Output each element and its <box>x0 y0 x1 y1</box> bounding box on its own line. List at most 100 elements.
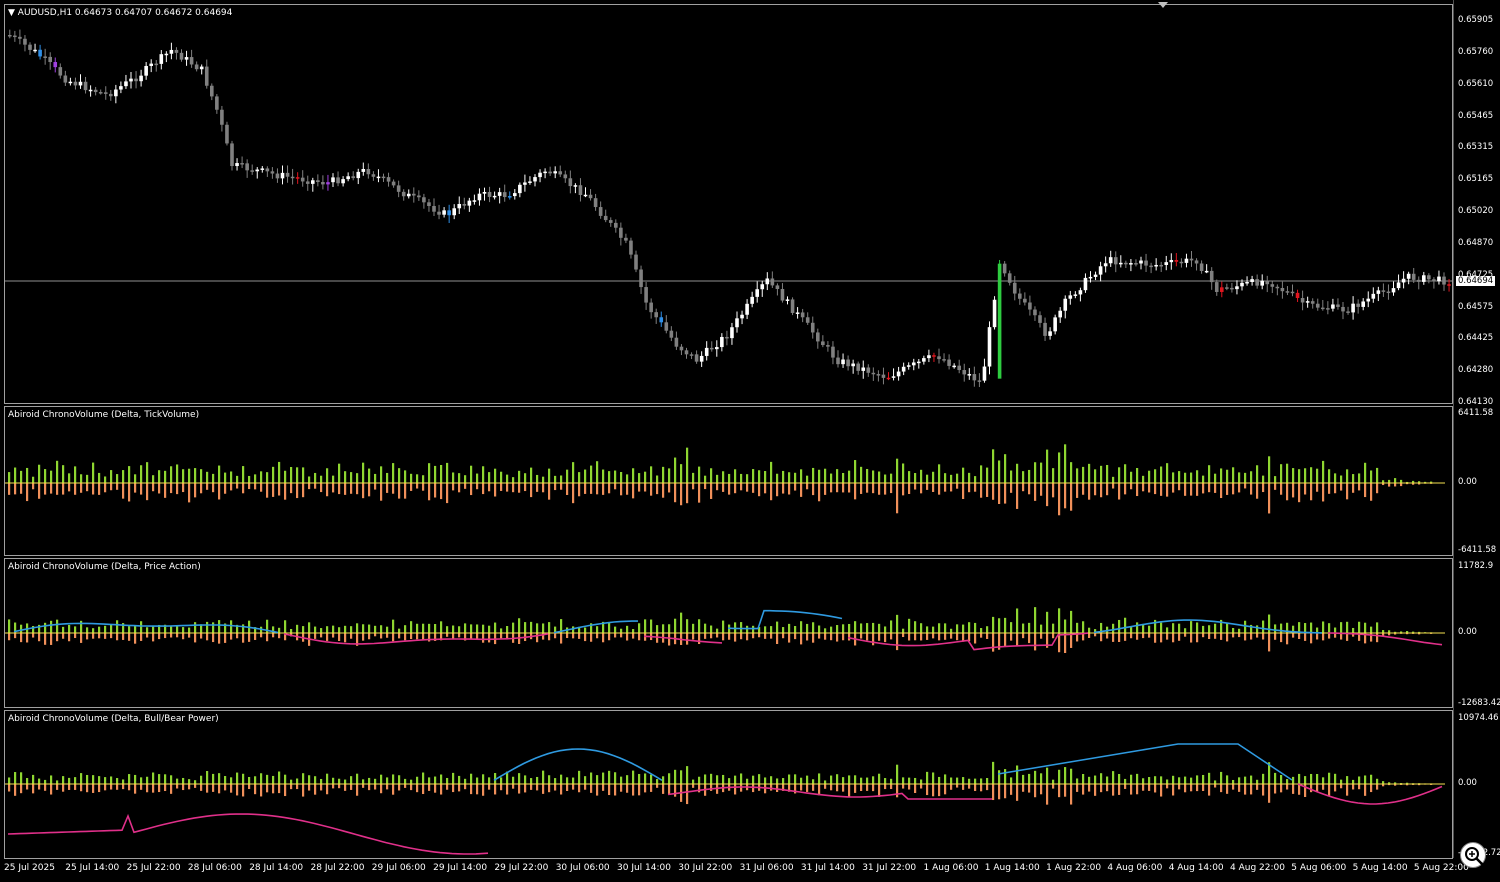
collapse-arrow-icon[interactable]: ▼ <box>8 8 15 18</box>
candle <box>28 42 32 55</box>
delta-up-bar <box>734 469 737 483</box>
delta-down-bar <box>68 483 71 492</box>
delta-down-bar <box>332 784 335 789</box>
magnifier-zoom-icon[interactable] <box>1460 842 1486 868</box>
delta-down-bar <box>404 784 407 788</box>
delta-up-bar <box>638 473 641 483</box>
delta-up-bar <box>764 626 767 633</box>
delta-up-bar <box>548 775 551 784</box>
delta-down-bar <box>296 483 299 499</box>
delta-up-bar <box>716 628 719 633</box>
delta-down-bar <box>920 633 923 641</box>
delta-down-bar <box>224 784 227 791</box>
delta-up-bar <box>1196 775 1199 784</box>
delta-down-bar <box>1016 633 1019 646</box>
delta-up-bar <box>1202 774 1205 784</box>
delta-up-bar <box>1010 470 1013 483</box>
delta-down-bar <box>350 633 353 639</box>
delta-down-bar <box>884 784 887 790</box>
delta-up-bar <box>1190 621 1193 633</box>
delta-up-bar <box>434 465 437 483</box>
delta-down-bar <box>1298 483 1301 503</box>
delta-down-bar <box>1388 483 1391 487</box>
delta-down-bar <box>308 483 311 490</box>
candle <box>1083 273 1088 293</box>
candle <box>1406 271 1411 285</box>
delta-down-bar <box>1184 784 1187 793</box>
delta-up-bar <box>884 474 887 483</box>
tickvolume-delta-panel[interactable]: Abiroid ChronoVolume (Delta, TickVolume) <box>4 406 1453 556</box>
delta-up-bar <box>1004 617 1007 633</box>
delta-down-bar <box>1232 633 1235 638</box>
delta-down-bar <box>1124 483 1127 495</box>
current-price-tag: 0.64694 <box>1456 276 1496 286</box>
delta-down-bar <box>1274 633 1277 640</box>
price-axis[interactable] <box>1452 0 1500 858</box>
delta-up-bar <box>110 776 113 784</box>
delta-up-bar <box>722 471 725 483</box>
delta-down-bar <box>992 784 995 801</box>
delta-up-bar <box>668 773 671 784</box>
delta-down-bar <box>1166 784 1169 789</box>
delta-down-bar <box>776 633 779 645</box>
delta-up-bar <box>656 779 659 784</box>
delta-up-bar <box>566 777 569 784</box>
chart-shift-marker-icon[interactable] <box>1158 2 1168 8</box>
delta-down-bar <box>998 784 1001 800</box>
delta-up-bar <box>950 474 953 483</box>
delta-up-bar <box>1376 778 1379 784</box>
delta-up-bar <box>854 460 857 483</box>
delta-up-bar <box>1172 472 1175 483</box>
delta-down-bar <box>908 784 911 790</box>
delta-up-bar <box>1244 776 1247 784</box>
delta-up-bar <box>362 624 365 633</box>
delta-up-bar <box>998 770 1001 784</box>
candle <box>351 171 355 181</box>
delta-down-bar <box>650 784 653 792</box>
delta-up-bar <box>98 472 101 483</box>
candle <box>1346 306 1350 315</box>
candle <box>770 271 775 288</box>
candle <box>593 193 598 211</box>
delta-up-bar <box>434 776 437 784</box>
delta-down-bar <box>602 483 605 495</box>
delta-up-bar <box>182 627 185 633</box>
delta-down-bar <box>536 784 539 791</box>
delta-up-bar <box>1148 625 1151 633</box>
delta-down-bar <box>452 483 455 491</box>
delta-up-bar <box>260 773 263 784</box>
delta-down-bar <box>410 633 413 640</box>
delta-up-bar <box>464 475 467 483</box>
delta-up-bar <box>590 772 593 784</box>
delta-up-bar <box>776 778 779 784</box>
delta-up-bar <box>1352 779 1355 784</box>
delta-up-bar <box>368 624 371 633</box>
delta-up-bar <box>1070 610 1073 633</box>
delta-down-bar <box>326 784 329 795</box>
candle <box>614 219 618 233</box>
delta-up-bar <box>290 466 293 483</box>
delta-up-bar <box>1256 625 1259 633</box>
delta-up-bar <box>524 622 527 633</box>
delta-down-bar <box>1142 633 1145 639</box>
delta-down-bar <box>230 784 233 793</box>
delta-down-bar <box>986 633 989 639</box>
delta-up-bar <box>152 772 155 784</box>
price-chart-panel[interactable]: ▼ AUDUSD,H1 0.64673 0.64707 0.64672 0.64… <box>4 4 1453 404</box>
delta-down-bar <box>614 784 617 796</box>
delta-down-bar <box>1022 633 1025 639</box>
price-axis-label: 0.65610 <box>1458 78 1494 89</box>
bull-bear-power-delta-panel[interactable]: Abiroid ChronoVolume (Delta, Bull/Bear P… <box>4 710 1453 859</box>
candle <box>1209 267 1214 290</box>
candle <box>1250 275 1254 286</box>
delta-up-bar <box>554 778 557 784</box>
candle <box>901 362 906 376</box>
price-axis-label: 0.64425 <box>1458 333 1494 344</box>
delta-down-bar <box>1154 633 1157 643</box>
candle <box>805 312 810 325</box>
delta-down-bar <box>62 483 65 495</box>
delta-down-bar <box>1094 784 1097 796</box>
delta-down-bar <box>692 784 695 788</box>
price-action-delta-panel[interactable]: Abiroid ChronoVolume (Delta, Price Actio… <box>4 558 1453 708</box>
delta-up-bar <box>938 464 941 483</box>
